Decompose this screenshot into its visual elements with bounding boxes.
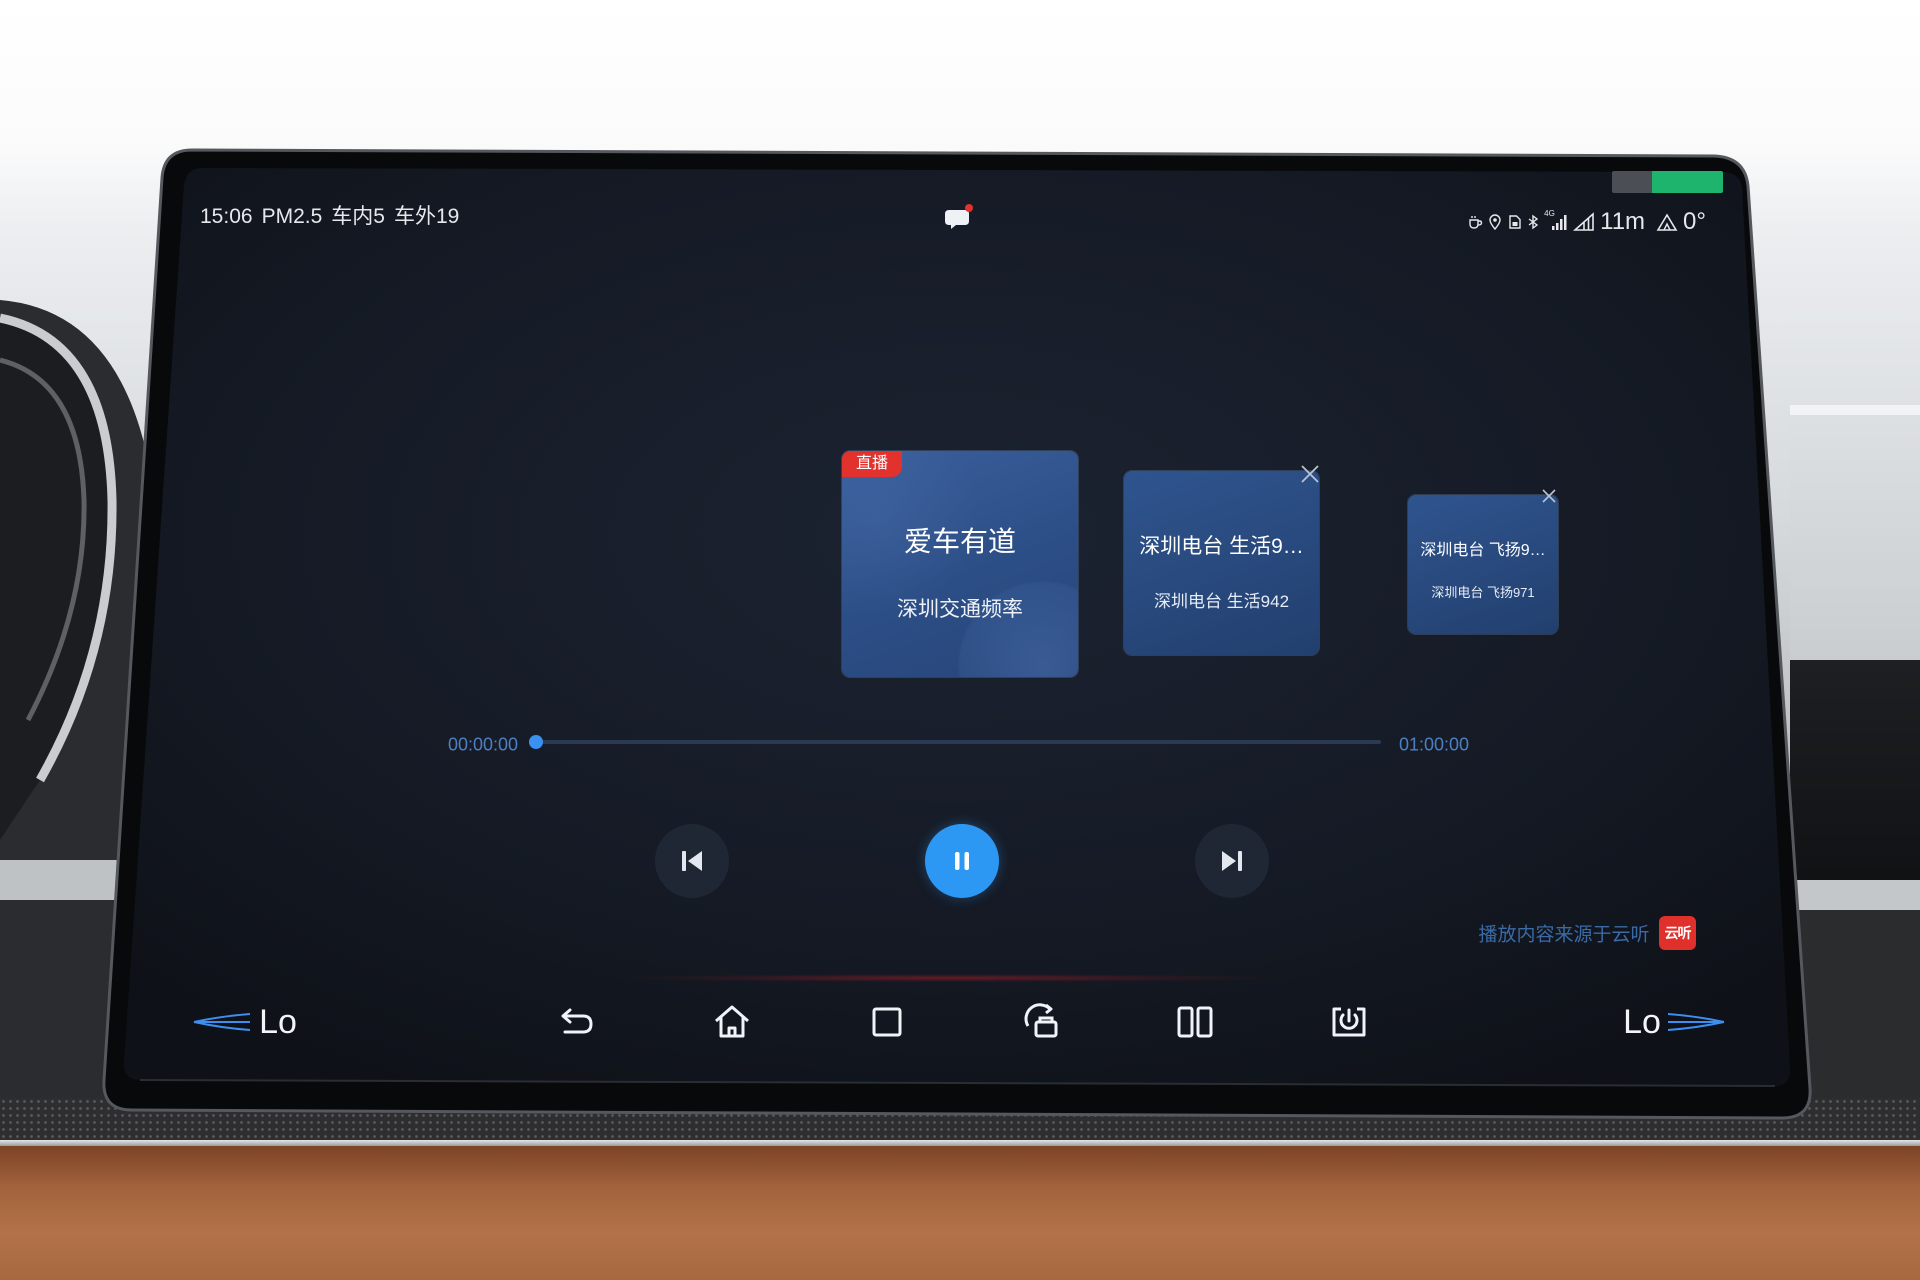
station-title: 爱车有道 [903,526,1016,557]
station-card-current[interactable]: 直播 爱车有道 深圳交通频率 [842,451,1078,677]
car-settings-icon[interactable] [1020,1000,1064,1044]
cup-icon [1469,216,1483,229]
home-icon[interactable] [710,1000,754,1044]
notification-button[interactable] [943,204,975,232]
close-icon[interactable] [1540,487,1558,505]
back-icon[interactable] [555,1000,599,1044]
station-card[interactable]: 深圳电台 生活9… 深圳电台 生活942 [1124,471,1319,655]
sim-card-icon [1509,215,1521,229]
angle-readout: 0° [1683,208,1706,235]
play-pause-button[interactable] [925,824,999,898]
wing-icon [1667,1013,1725,1031]
unread-dot [965,204,973,212]
skip-next-icon [1222,851,1242,871]
wing-icon [193,1013,251,1031]
outside-temperature: 车外19 [393,205,460,228]
pm25-label: PM2.5 [261,205,323,228]
network-type: 4G [1544,209,1555,218]
clock: 15:06 [200,205,253,228]
pause-icon [955,852,969,870]
location-icon [1489,214,1501,230]
progress-bar[interactable] [529,735,1381,749]
live-badge: 直播 [842,451,902,477]
source-attribution: 播放内容来源于云听 [1478,924,1650,946]
cellular-signal-icon: 4G [1544,209,1568,231]
close-icon[interactable] [1299,463,1321,485]
right-temperature: Lo [1623,1003,1661,1041]
status-bar-left: 15:06 PM2.5 车内5 车外19 [200,203,459,231]
slope-icon [1573,212,1594,231]
inside-temperature: 车内5 [331,205,385,228]
progress-handle[interactable] [529,735,543,749]
camera-sensor [1612,171,1723,193]
distance-readout: 11m [1600,208,1646,235]
station-title: 深圳电台 生活9… [1139,535,1304,558]
station-card[interactable]: 深圳电台 飞扬9… 深圳电台 飞扬971 [1408,495,1558,634]
elapsed-time: 00:00:00 [447,734,519,755]
previous-button[interactable] [655,824,729,898]
station-subtitle: 深圳交通频率 [897,598,1023,621]
ambient-reflection [630,974,1270,982]
total-time: 01:00:00 [1398,734,1470,755]
station-subtitle: 深圳电台 生活942 [1153,592,1290,611]
yunting-logo: 云听 [1659,916,1696,950]
bluetooth-icon [1528,214,1539,230]
left-temperature: Lo [259,1003,297,1041]
next-button[interactable] [1195,824,1269,898]
climate-left[interactable]: Lo [190,1002,308,1042]
station-title: 深圳电台 飞扬9… [1420,542,1546,559]
station-subtitle: 深圳电台 飞扬971 [1431,585,1535,600]
screen-power-icon[interactable] [1327,1000,1371,1044]
recent-apps-icon[interactable] [865,1000,909,1044]
climate-right[interactable]: Lo [1614,1002,1730,1042]
altitude-icon [1656,213,1678,231]
split-screen-icon[interactable] [1173,1000,1217,1044]
skip-previous-icon [682,851,702,871]
status-bar-right: 4G 11m 0° [1440,205,1706,239]
